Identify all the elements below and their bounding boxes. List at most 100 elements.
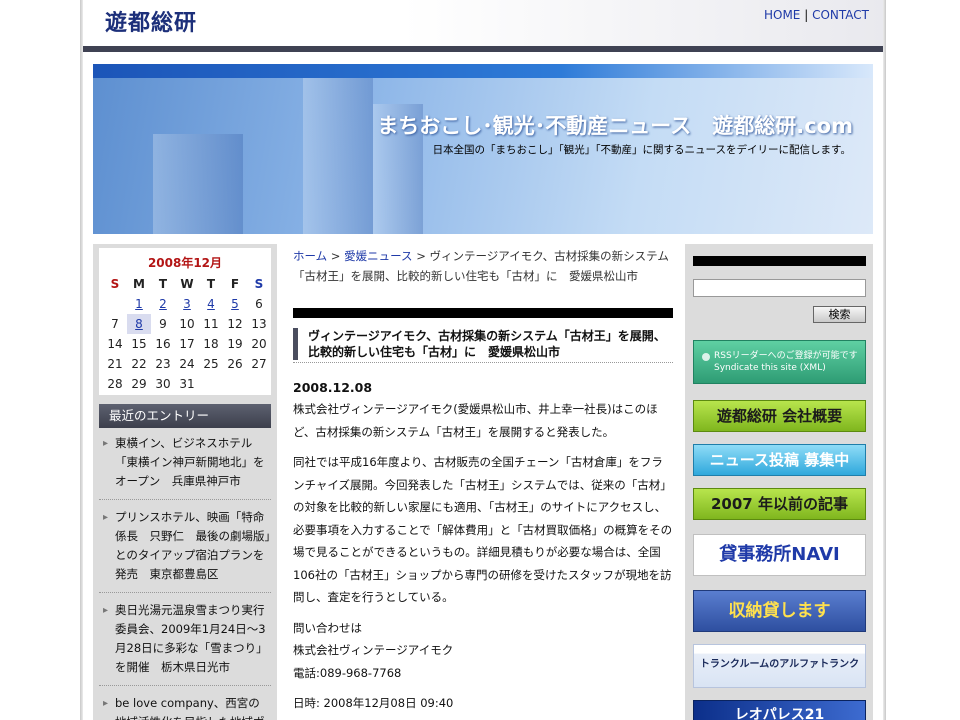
- banner-subtitle: 日本全国の「まちおこし」「観光」「不動産」に関するニュースをデイリーに配信します…: [432, 144, 851, 156]
- calendar-day: 15: [131, 337, 147, 351]
- calendar-day: 18: [203, 337, 219, 351]
- calendar-day: 12: [227, 317, 243, 331]
- calendar-title: 2008年12月: [147, 256, 223, 270]
- weekday-label: F: [230, 277, 240, 291]
- calendar-day: 19: [227, 337, 243, 351]
- calendar-day-link[interactable]: 1: [127, 294, 151, 314]
- calendar-day: 16: [155, 337, 171, 351]
- weekday-label: S: [254, 277, 264, 291]
- calendar-day: 21: [107, 357, 123, 371]
- rss-line1: RSSリーダーへのご登録が可能です: [714, 351, 858, 361]
- recent-entry-link[interactable]: 奥日光湯元温泉雪まつり実行委員会、2009年1月24日～3月28日に多彩な「雪ま…: [99, 599, 271, 686]
- calendar-week: 7 8 9 10 11 12 13: [103, 314, 271, 334]
- recent-entries-heading: 最近のエントリー: [99, 404, 271, 428]
- calendar-day-link[interactable]: 8: [127, 314, 151, 334]
- search-button[interactable]: 検索: [813, 306, 866, 323]
- header-bar: [83, 46, 883, 52]
- article-title: ヴィンテージアイモク、古材採集の新システム「古材王」を展開、比較的新しい住宅も「…: [293, 328, 674, 360]
- calendar-day: 10: [179, 317, 195, 331]
- calendar-day: 27: [251, 357, 267, 371]
- calendar-day: 29: [131, 377, 147, 391]
- calendar-day: 14: [107, 337, 123, 351]
- storage-rental-banner[interactable]: 収納貸します: [693, 590, 866, 632]
- calendar-day-link[interactable]: 3: [175, 294, 199, 314]
- article-body: 株式会社ヴィンテージアイモク(愛媛県松山市、井上幸一社長)はこのほど、古材採集の…: [293, 398, 673, 715]
- calendar-weekday-row: S M T W T F S: [103, 274, 271, 294]
- building-graphic: [303, 78, 373, 234]
- calendar-day: 26: [227, 357, 243, 371]
- recent-entry-link[interactable]: 東横イン、ビジネスホテル「東横イン神戸新開地北」をオープン 兵庫県神戸市: [99, 432, 271, 500]
- sidebar-divider-bar: [693, 256, 866, 266]
- rss-line2: Syndicate this site (XML): [714, 363, 826, 373]
- weekday-label: W: [180, 277, 194, 291]
- office-rental-banner[interactable]: 貸事務所NAVI: [693, 534, 866, 576]
- nav-home-link[interactable]: HOME: [764, 8, 800, 22]
- search-input[interactable]: [693, 279, 866, 297]
- contact-phone: 電話:089-968-7768: [293, 665, 402, 680]
- calendar: 2008年12月 S M T W T F S 1 2 3 4 5 6 7 8 9…: [99, 248, 271, 395]
- weekday-label: T: [158, 277, 168, 291]
- left-sidebar: 2008年12月 S M T W T F S 1 2 3 4 5 6 7 8 9…: [93, 244, 277, 720]
- main-content: ホーム > 愛媛ニュース > ヴィンテージアイモク、古材採集の新システム「古材王…: [287, 244, 675, 720]
- site-logo[interactable]: 遊都総研: [105, 5, 197, 37]
- article-date: 2008.12.08: [293, 380, 373, 395]
- calendar-week: 28 29 30 31: [103, 374, 271, 394]
- calendar-day: 17: [179, 337, 195, 351]
- breadcrumb-home-link[interactable]: ホーム: [293, 249, 327, 263]
- leopalace-banner[interactable]: レオパレス21: [693, 700, 866, 720]
- banner-title: まちおこし･観光･不動産ニュース 遊都総研.com: [377, 114, 853, 138]
- banner-stripe: [93, 64, 873, 78]
- calendar-day: 23: [155, 357, 171, 371]
- archive-button[interactable]: 2007 年以前の記事: [693, 488, 866, 520]
- news-submit-button[interactable]: ニュース投稿 募集中: [693, 444, 866, 476]
- right-sidebar: 検索 RSSリーダーへのご登録が可能です Syndicate this site…: [685, 244, 873, 720]
- article-divider-bar: [293, 308, 673, 318]
- top-nav: HOME | CONTACT: [764, 8, 869, 22]
- weekday-label: M: [133, 277, 145, 291]
- calendar-day: 7: [111, 317, 119, 331]
- article-datetime: 日時: 2008年12月08日 09:40: [293, 696, 454, 710]
- calendar-week: 1 2 3 4 5 6: [103, 294, 271, 314]
- trunk-room-banner[interactable]: トランクルームのアルファトランク: [693, 644, 866, 688]
- site-header: 遊都総研 HOME | CONTACT: [83, 0, 883, 46]
- calendar-grid: S M T W T F S 1 2 3 4 5 6 7 8 9 10 11 12…: [103, 274, 271, 394]
- calendar-day: 24: [179, 357, 195, 371]
- recent-entries-list: 東横イン、ビジネスホテル「東横イン神戸新開地北」をオープン 兵庫県神戸市 プリン…: [99, 432, 271, 720]
- page-container: 遊都総研 HOME | CONTACT まちおこし･観光･不動産ニュース 遊都総…: [83, 0, 883, 720]
- calendar-day-link[interactable]: 2: [151, 294, 175, 314]
- contact-intro: 問い合わせは: [293, 620, 362, 635]
- calendar-day: 22: [131, 357, 147, 371]
- building-graphic: [153, 134, 243, 234]
- calendar-day: [247, 374, 271, 394]
- calendar-day: 11: [203, 317, 219, 331]
- calendar-week: 21 22 23 24 25 26 27: [103, 354, 271, 374]
- company-profile-button[interactable]: 遊都総研 会社概要: [693, 400, 866, 432]
- calendar-day: 9: [159, 317, 167, 331]
- recent-entry-link[interactable]: プリンスホテル、映画「特命係長 只野仁 最後の劇場版」とのタイアップ宿泊プランを…: [99, 506, 271, 593]
- page-shadow-right: [883, 0, 886, 720]
- weekday-label: S: [110, 277, 120, 291]
- calendar-day: 25: [203, 357, 219, 371]
- rss-subscribe-button[interactable]: RSSリーダーへのご登録が可能です Syndicate this site (X…: [693, 340, 866, 384]
- calendar-day: [103, 294, 127, 314]
- calendar-day: 20: [251, 337, 267, 351]
- calendar-day: [199, 374, 223, 394]
- title-underline: [293, 362, 673, 363]
- calendar-day-link[interactable]: 4: [199, 294, 223, 314]
- nav-contact-link[interactable]: CONTACT: [812, 8, 869, 22]
- calendar-day: 31: [179, 377, 195, 391]
- calendar-day: 30: [155, 377, 171, 391]
- calendar-day-link[interactable]: 5: [223, 294, 247, 314]
- calendar-day: 13: [251, 317, 267, 331]
- breadcrumb-category-link[interactable]: 愛媛ニュース: [344, 249, 412, 263]
- calendar-day: [223, 374, 247, 394]
- calendar-day: 6: [255, 297, 263, 311]
- article-paragraph: 同社では平成16年度より、古材販売の全国チェーン「古材倉庫」をフランチャイズ展開…: [293, 455, 673, 604]
- calendar-week: 14 15 16 17 18 19 20: [103, 334, 271, 354]
- calendar-day: 28: [107, 377, 123, 391]
- contact-company: 株式会社ヴィンテージアイモク: [293, 643, 454, 657]
- breadcrumb-separator: >: [327, 249, 345, 263]
- article-paragraph: 株式会社ヴィンテージアイモク(愛媛県松山市、井上幸一社長)はこのほど、古材採集の…: [293, 402, 658, 439]
- recent-entry-link[interactable]: be love company、西宮の地域活性化を目指した地域ポ: [99, 692, 271, 720]
- breadcrumb: ホーム > 愛媛ニュース > ヴィンテージアイモク、古材採集の新システム「古材王…: [293, 246, 679, 286]
